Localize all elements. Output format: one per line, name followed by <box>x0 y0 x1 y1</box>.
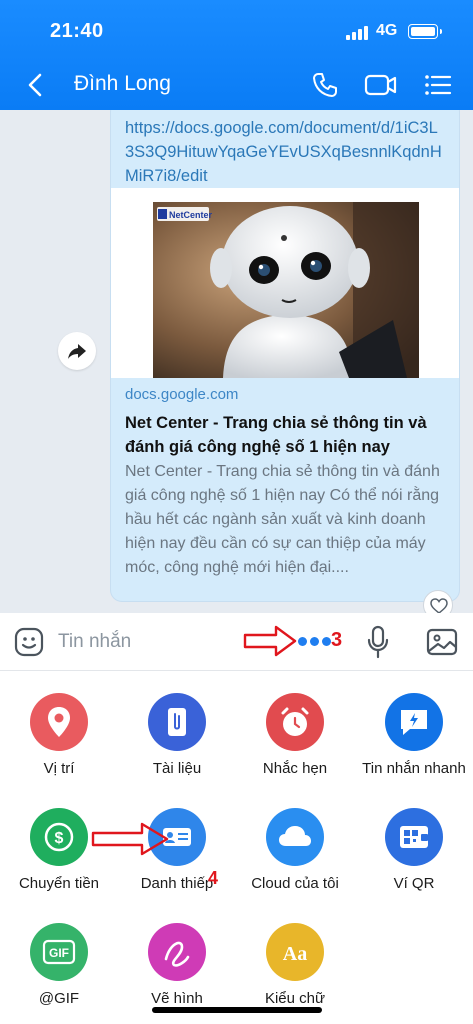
tool-label: Vẽ hình <box>151 990 203 1007</box>
battery-icon <box>408 24 442 39</box>
preview-title: Net Center - Trang chia sẻ thông tin và … <box>125 414 427 456</box>
tool-qr-wallet[interactable]: Ví QR <box>355 808 473 893</box>
video-call-icon[interactable] <box>364 70 398 100</box>
image-gallery-icon[interactable] <box>426 627 458 657</box>
netcenter-logo: NetCenter <box>169 210 213 220</box>
svg-text:GIF: GIF <box>49 946 69 960</box>
tool-label: Chuyển tiền <box>18 875 100 892</box>
menu-list-icon[interactable] <box>423 70 453 100</box>
tool-label: Nhắc hẹn <box>262 760 328 777</box>
message-input[interactable]: Tin nhắn <box>58 631 131 653</box>
svg-text:$: $ <box>55 830 64 847</box>
preview-description: Net Center - Trang chia sẻ thông tin và … <box>125 463 440 576</box>
react-heart-button[interactable] <box>423 590 453 613</box>
chat-area[interactable]: https://docs.google.com/document/d/1iC3L… <box>0 110 473 613</box>
location-icon <box>30 693 88 751</box>
robot-image: NetCenter <box>153 202 419 378</box>
chat-header: 21:40 4G Đình Long <box>0 0 473 110</box>
back-arrow-icon[interactable] <box>24 72 48 98</box>
tool-label: Tài liệu <box>152 760 202 777</box>
alarm-clock-icon <box>266 693 324 751</box>
draw-icon <box>148 923 206 981</box>
sticker-icon[interactable] <box>13 626 45 658</box>
step-3-label: 3 <box>331 629 343 651</box>
microphone-icon[interactable] <box>366 625 390 659</box>
status-bar: 21:40 4G <box>0 0 473 60</box>
tool-location[interactable]: Vị trí <box>0 693 118 778</box>
tool-reminder[interactable]: Nhắc hẹn <box>236 693 354 778</box>
link-preview-image[interactable]: NetCenter <box>111 188 459 378</box>
tool-label: @GIF <box>38 990 80 1007</box>
tool-font-style[interactable]: Aa Kiểu chữ <box>236 923 354 1008</box>
cloud-icon <box>266 808 324 866</box>
red-arrow-annotation-icon <box>91 822 169 856</box>
message-input-bar: Tin nhắn 3 <box>0 613 473 671</box>
tool-label: Kiểu chữ <box>264 990 326 1007</box>
tool-label: Danh thiếp <box>140 875 214 892</box>
money-transfer-icon: $ <box>30 808 88 866</box>
tool-label: Cloud của tôi <box>251 875 339 892</box>
font-style-icon: Aa <box>266 923 324 981</box>
tool-draw[interactable]: Vẽ hình <box>118 923 236 1008</box>
paperclip-icon <box>148 693 206 751</box>
quick-message-icon <box>385 693 443 751</box>
more-options-button[interactable] <box>298 637 332 647</box>
link-message-bubble[interactable]: https://docs.google.com/document/d/1iC3L… <box>110 110 460 602</box>
gif-icon: GIF <box>30 923 88 981</box>
tool-my-cloud[interactable]: Cloud của tôi <box>236 808 354 893</box>
attachment-tools-grid: Vị trí Tài liệu Nhắc hẹn Tin nhắn nhanh … <box>0 671 473 1024</box>
tool-label: Vị trí <box>43 760 75 777</box>
tool-document[interactable]: Tài liệu <box>118 693 236 778</box>
heart-icon <box>430 598 448 613</box>
cellular-signal-icon <box>346 26 370 40</box>
step-4-label: 4 <box>208 868 219 888</box>
qr-wallet-icon <box>385 808 443 866</box>
tool-label: Tin nhắn nhanh <box>362 760 466 777</box>
tool-gif[interactable]: GIF @GIF <box>0 923 118 1008</box>
svg-text:Aa: Aa <box>283 943 307 965</box>
home-indicator[interactable] <box>152 1007 322 1013</box>
nav-bar: Đình Long <box>0 60 473 110</box>
red-arrow-annotation-icon <box>243 625 297 657</box>
forward-arrow-icon <box>68 344 86 359</box>
tool-label: Ví QR <box>393 875 435 892</box>
contact-name[interactable]: Đình Long <box>74 72 171 96</box>
network-type: 4G <box>376 22 398 39</box>
tool-quick-message[interactable]: Tin nhắn nhanh <box>355 693 473 778</box>
phone-call-icon[interactable] <box>310 70 340 100</box>
preview-domain: docs.google.com <box>125 386 239 403</box>
message-link[interactable]: https://docs.google.com/document/d/1iC3L… <box>125 116 445 188</box>
share-button[interactable] <box>58 332 96 370</box>
status-time: 21:40 <box>50 20 104 42</box>
